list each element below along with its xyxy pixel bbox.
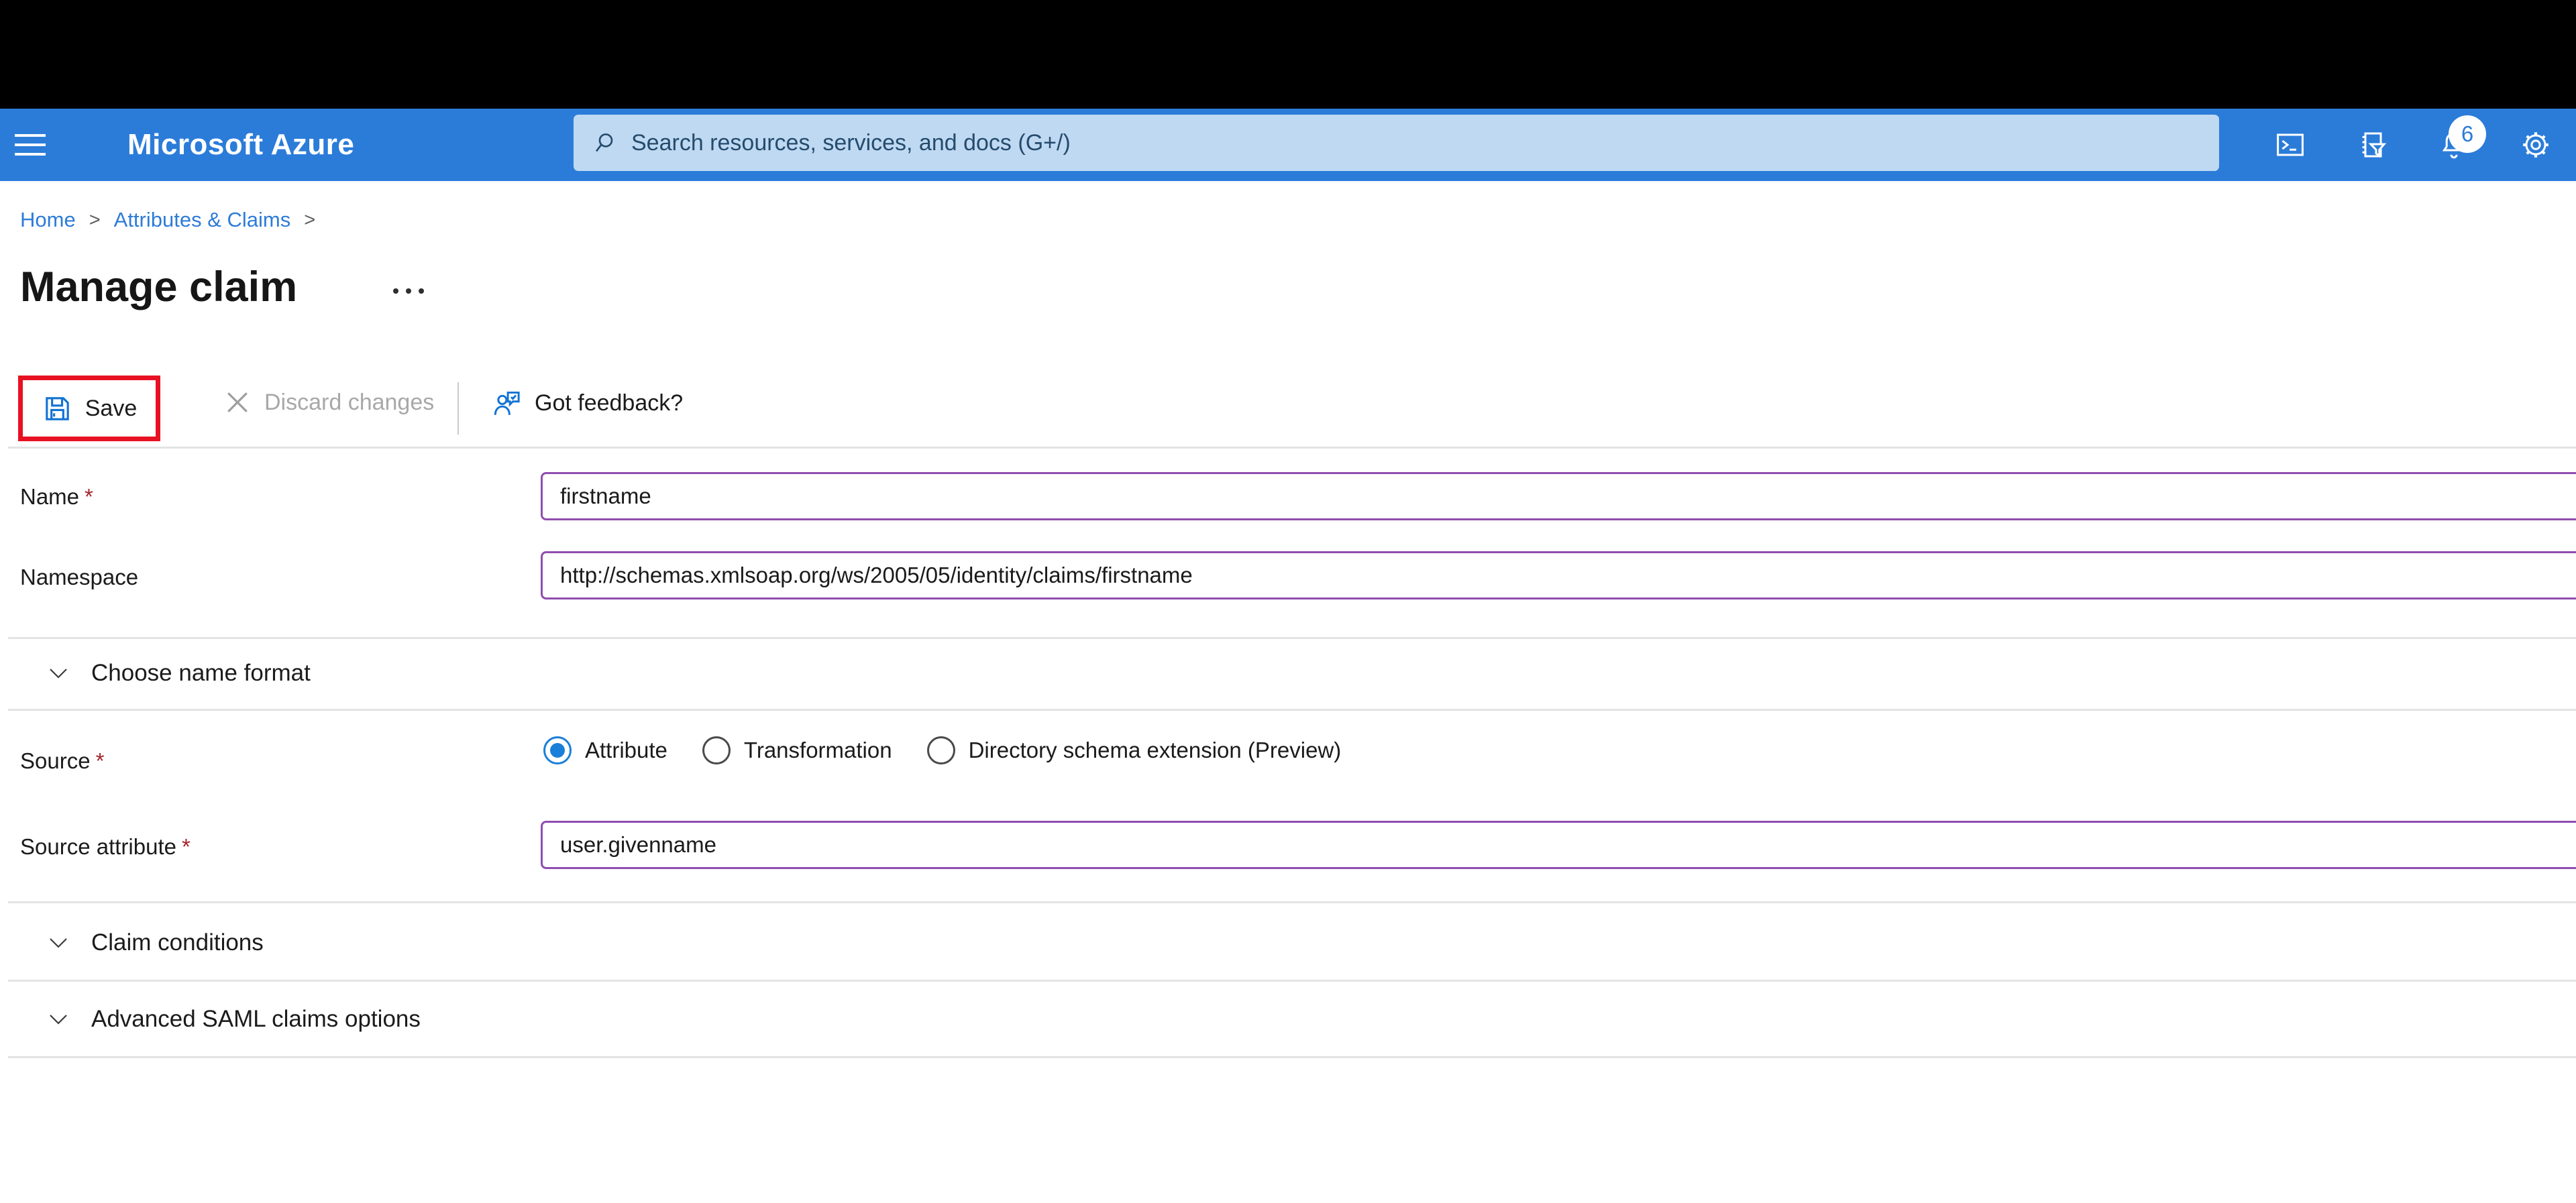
- more-dot: [406, 288, 411, 294]
- more-dot: [419, 288, 424, 294]
- required-asterisk: *: [95, 748, 105, 773]
- save-highlight-box: Save: [18, 376, 160, 441]
- page-title: Manage claim: [20, 264, 298, 310]
- top-letterbox-bar: [0, 0, 2576, 109]
- breadcrumb: Home > Attributes & Claims >: [20, 208, 329, 232]
- search-icon: [595, 133, 613, 152]
- hamburger-menu-icon[interactable]: [11, 109, 55, 181]
- got-feedback-label: Got feedback?: [535, 390, 684, 416]
- radio-label: Transformation: [743, 738, 892, 762]
- radio-button[interactable]: [702, 736, 731, 764]
- cloud-shell-button[interactable]: [2274, 129, 2306, 161]
- more-dot: [393, 288, 398, 294]
- name-label: Name *: [20, 484, 93, 509]
- discard-changes-label: Discard changes: [264, 389, 435, 415]
- required-asterisk: *: [181, 834, 191, 859]
- breadcrumb-separator: >: [89, 209, 101, 231]
- source-radio-group: Attribute Transformation Directory schem…: [543, 736, 1341, 764]
- settings-button[interactable]: [2520, 129, 2552, 161]
- divider: [8, 1056, 2576, 1058]
- directory-filter-button[interactable]: [2356, 129, 2388, 161]
- divider: [8, 901, 2576, 903]
- feedback-icon: [494, 391, 520, 415]
- divider: [8, 447, 2576, 449]
- section-claim-conditions[interactable]: Claim conditions: [48, 929, 264, 956]
- save-icon: [46, 396, 69, 420]
- breadcrumb-link-attributes-claims[interactable]: Attributes & Claims: [114, 208, 291, 232]
- directory-filter-icon: [2362, 132, 2387, 158]
- brand-logo[interactable]: Microsoft Azure: [127, 109, 354, 181]
- notifications-button[interactable]: 6: [2438, 115, 2486, 161]
- breadcrumb-link-home[interactable]: Home: [20, 208, 76, 232]
- search-input[interactable]: [618, 115, 2219, 171]
- section-label: Advanced SAML claims options: [91, 1006, 421, 1032]
- divider: [8, 709, 2576, 711]
- global-search: [574, 115, 2219, 171]
- radio-option-transformation[interactable]: Transformation: [702, 736, 892, 764]
- section-advanced-saml-options[interactable]: Advanced SAML claims options: [48, 1006, 421, 1033]
- radio-option-directory-schema-extension[interactable]: Directory schema extension (Preview): [926, 736, 1342, 764]
- radio-button[interactable]: [926, 736, 955, 764]
- required-asterisk: *: [85, 484, 93, 509]
- save-button-label: Save: [85, 395, 138, 421]
- chevron-down-icon: [50, 1015, 67, 1025]
- chevron-down-icon: [50, 938, 67, 948]
- close-icon: [227, 392, 248, 412]
- discard-changes-button[interactable]: Discard changes: [223, 388, 434, 417]
- breadcrumb-separator: >: [304, 209, 316, 231]
- toolbar-divider: [458, 382, 459, 435]
- source-attribute-label: Source attribute *: [20, 834, 191, 859]
- terminal-icon: [2277, 133, 2304, 156]
- save-button[interactable]: Save: [42, 393, 138, 424]
- notification-badge: 6: [2449, 115, 2486, 153]
- source-attribute-input[interactable]: [541, 821, 2576, 869]
- source-label: Source *: [20, 748, 105, 773]
- header-icon-group: 6: [2274, 109, 2552, 181]
- namespace-label: Namespace: [20, 565, 139, 589]
- section-label: Choose name format: [91, 660, 311, 686]
- radio-button[interactable]: [543, 736, 572, 764]
- section-choose-name-format[interactable]: Choose name format: [48, 660, 311, 687]
- gear-icon: [2523, 132, 2548, 158]
- got-feedback-button[interactable]: Got feedback?: [491, 388, 683, 419]
- name-input[interactable]: [541, 472, 2576, 520]
- chevron-down-icon: [50, 669, 67, 679]
- radio-label: Directory schema extension (Preview): [968, 738, 1342, 762]
- section-label: Claim conditions: [91, 929, 264, 956]
- divider: [8, 637, 2576, 639]
- divider: [8, 980, 2576, 982]
- namespace-input[interactable]: [541, 551, 2576, 599]
- azure-header: Microsoft Azure Search resources, servic…: [0, 109, 2576, 181]
- radio-option-attribute[interactable]: Attribute: [543, 736, 667, 764]
- radio-label: Attribute: [585, 738, 667, 762]
- more-menu-button[interactable]: [393, 288, 424, 294]
